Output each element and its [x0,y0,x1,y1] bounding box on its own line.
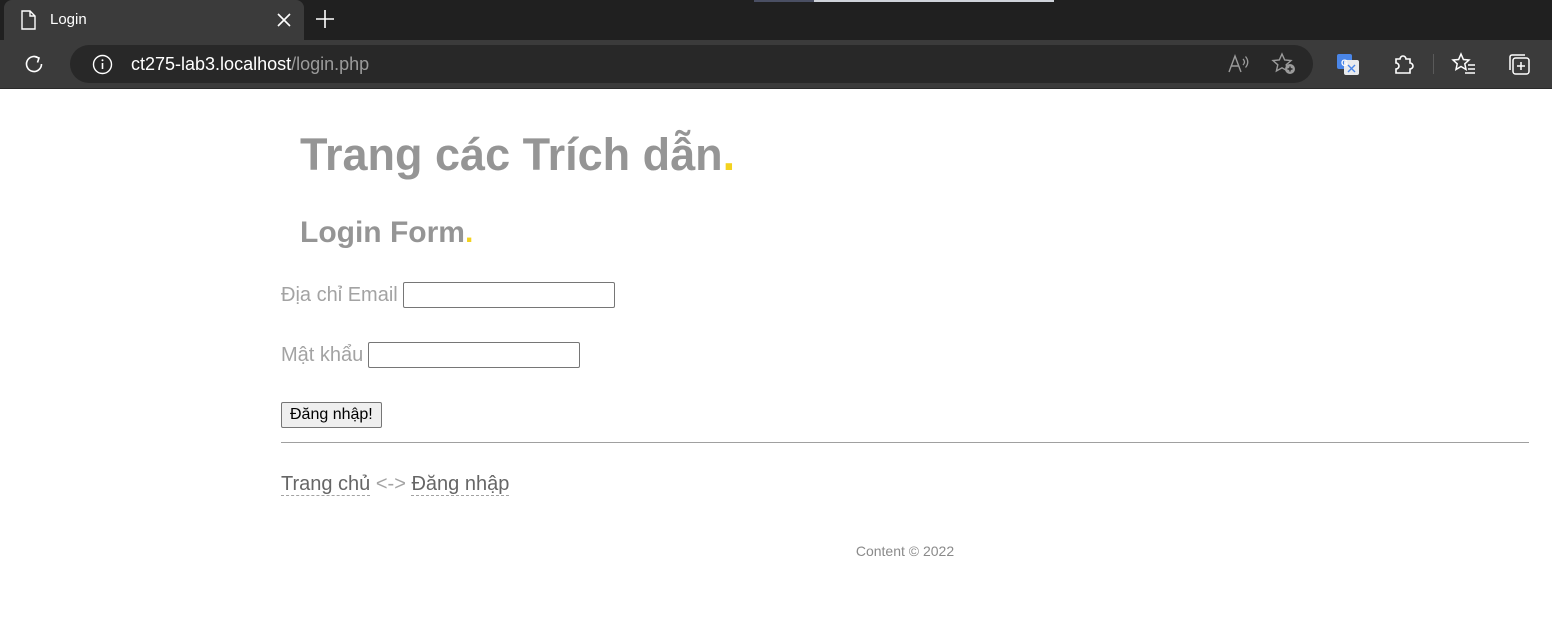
password-field[interactable] [368,342,581,368]
read-aloud-icon[interactable] [1227,53,1251,75]
browser-toolbar: ct275-lab3.localhost/login.php G [0,40,1552,89]
form-title: Login Form. [300,216,473,250]
url-path: /login.php [291,54,370,74]
site-title-text: Trang các Trích dẫn [300,129,723,180]
nav-separator: <-> [370,473,412,495]
new-tab-icon[interactable] [314,8,336,30]
add-favorite-icon[interactable] [1271,52,1297,76]
form-title-dot: . [464,216,474,249]
page-icon [21,10,36,30]
email-label: Địa chỉ Email [281,283,398,306]
svg-text:G: G [1341,58,1348,68]
url-host: ct275-lab3.localhost [131,54,292,74]
password-row: Mật khẩu [281,342,581,368]
toolbar-divider [1433,54,1434,74]
address-bar[interactable]: ct275-lab3.localhost/login.php [70,45,1313,83]
nav-link-home[interactable]: Trang chủ [281,473,371,496]
password-label: Mật khẩu [281,343,364,366]
footer-nav: Trang chủ <-> Đăng nhập [281,473,510,496]
form-title-text: Login Form [300,216,465,249]
divider [281,442,1529,443]
footer-copyright: Content © 2022 [855,543,955,559]
favorites-icon[interactable] [1451,51,1477,77]
refresh-icon[interactable] [22,52,46,76]
tab-title: Login [50,11,87,28]
extensions-icon[interactable] [1390,51,1416,77]
email-field[interactable] [402,282,615,308]
nav-link-login[interactable]: Đăng nhập [411,473,510,496]
login-submit-button[interactable]: Đăng nhập! [281,402,382,428]
site-info-icon[interactable] [92,54,113,75]
close-tab-icon[interactable] [274,10,294,30]
email-row: Địa chỉ Email [281,282,615,308]
tab-strip-indicator-inner [814,0,1054,2]
browser-tab-bar: Login [0,0,1552,40]
page-content: Trang các Trích dẫn. Login Form. Địa chỉ… [0,89,1552,628]
translate-icon[interactable]: G [1335,51,1361,77]
site-title-dot: . [722,129,736,180]
site-title: Trang các Trích dẫn. [300,129,735,181]
browser-tab[interactable]: Login [4,0,304,40]
url-text[interactable]: ct275-lab3.localhost/login.php [131,54,369,75]
collections-icon[interactable] [1506,51,1532,77]
